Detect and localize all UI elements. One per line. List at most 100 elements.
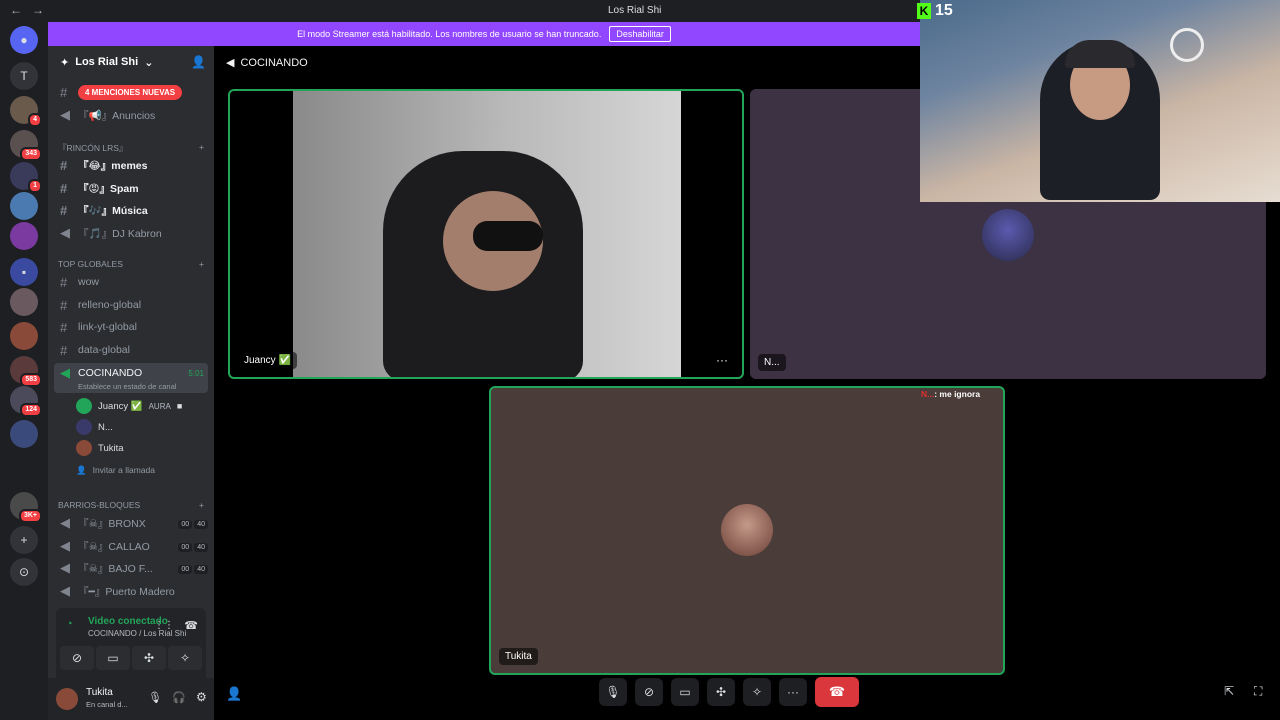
channel-status[interactable]: Establece un estado de canal <box>78 382 176 391</box>
nav-arrows[interactable]: ←→ <box>10 3 54 17</box>
channel-label: relleno-global <box>78 299 142 311</box>
leave-call-button[interactable]: ☎ <box>815 677 859 707</box>
channel-puerto[interactable]: ◀ 『━』Puerto Madero <box>56 581 208 601</box>
channel-wow[interactable]: # wow <box>56 272 208 292</box>
add-user-icon[interactable]: 👤 <box>226 686 242 702</box>
microphone-icon[interactable]: 🎙 <box>599 678 627 706</box>
fullscreen-icon[interactable]: ⛶ <box>1254 684 1262 699</box>
screen-share-icon[interactable]: ▭ <box>96 646 130 670</box>
badge: 1 <box>28 179 42 193</box>
channel-cocinando[interactable]: ◀ COCINANDO 5:01 <box>56 363 208 383</box>
channel-label: 『☠』BRONX <box>78 517 146 530</box>
plus-icon[interactable]: + <box>199 500 204 510</box>
camera-off-icon[interactable]: ⊘ <box>60 646 94 670</box>
disable-button[interactable]: Deshabilitar <box>609 26 671 42</box>
user-limit: 00 40 <box>176 540 208 552</box>
count: 00 <box>178 543 193 552</box>
activities-icon[interactable]: ✣ <box>132 646 166 670</box>
server-avatar[interactable] <box>10 322 38 350</box>
hash-icon: # <box>60 84 68 100</box>
server-avatar[interactable] <box>10 192 38 220</box>
mentions-pill[interactable]: 4 MENCIONES NUEVAS <box>78 84 183 100</box>
server-avatar[interactable] <box>10 420 38 448</box>
avatar <box>721 504 773 556</box>
voice-user-n[interactable]: N... <box>76 418 113 436</box>
discover-icon[interactable]: ⊙ <box>10 558 38 586</box>
server-avatar[interactable]: 583 <box>10 356 42 387</box>
category-top[interactable]: TOP GLOBALES + <box>58 259 204 269</box>
pop-out-icon[interactable]: ⇱ <box>1224 684 1234 698</box>
participant-name: N... <box>758 354 786 371</box>
user-tag: AURA <box>148 401 171 411</box>
soundboard-icon[interactable]: ⋮⋮ <box>154 620 174 631</box>
server-avatar[interactable]: 1 <box>10 162 42 193</box>
chat-text: : me ignora <box>934 389 981 399</box>
channel-bronx[interactable]: ◀ 『☠』BRONX 00 40 <box>56 513 208 533</box>
channel-spam[interactable]: # 『😡』Spam <box>56 178 208 198</box>
server-avatar[interactable]: 3K+ <box>10 492 42 523</box>
gear-icon[interactable]: ⚙ <box>196 690 207 704</box>
folder-icon[interactable]: ▪ <box>10 258 38 286</box>
channel-sidebar: ✦ Los Rial Shi ⌄ 👤 #4 MENCIONES NUEVAS ◀… <box>48 46 214 720</box>
soundboard-button[interactable]: ✧ <box>168 646 202 670</box>
channel-bajo[interactable]: ◀ 『☠』BAJO F... 00 40 <box>56 558 208 578</box>
add-server-icon[interactable]: + <box>10 526 38 554</box>
more-icon[interactable]: ··· <box>779 678 807 706</box>
disconnect-icon[interactable]: ☎ <box>184 619 198 632</box>
more-options-icon[interactable]: ··· <box>716 353 728 367</box>
soundboard-icon[interactable]: ✧ <box>743 678 771 706</box>
voice-user-tukita[interactable]: Tukita <box>76 439 124 457</box>
channel-relleno[interactable]: # relleno-global <box>56 295 208 315</box>
count: 00 <box>178 520 193 529</box>
activities-icon[interactable]: ✣ <box>707 678 735 706</box>
channel-anuncios[interactable]: ◀ 『📢』Anuncios <box>56 105 208 125</box>
server-avatar[interactable] <box>10 222 38 250</box>
webcam-overlay <box>920 0 1280 202</box>
video-tile-tukita[interactable]: Tukita <box>489 386 1005 675</box>
server-avatar[interactable] <box>10 288 38 316</box>
user-name: N... <box>98 421 113 433</box>
guild-name: Los Rial Shi <box>75 56 139 68</box>
avatar[interactable] <box>56 688 78 710</box>
category-barrios[interactable]: BARRIOS-BLOQUES + <box>58 500 204 510</box>
count: 40 <box>194 543 208 552</box>
camera-off-icon[interactable]: ⊘ <box>635 678 663 706</box>
server-avatar[interactable]: 343 <box>10 130 42 161</box>
signal-icon: ◔ <box>66 618 73 630</box>
channel-label: data-global <box>78 344 130 356</box>
channel-memes[interactable]: # 『😂』memes <box>56 155 208 175</box>
overlay-chat-line: N...: me ignora <box>921 389 980 399</box>
home-icon[interactable]: ● <box>10 26 38 54</box>
screen-share-icon[interactable]: ▭ <box>671 678 699 706</box>
hash-icon: # <box>60 157 68 173</box>
category-rincon[interactable]: 『RINCÓN LRS』 + <box>58 142 204 154</box>
banner-text: El modo Streamer está habilitado. Los no… <box>297 29 602 39</box>
channel-label: wow <box>78 276 100 288</box>
guild-header[interactable]: ✦ Los Rial Shi ⌄ 👤 <box>48 46 214 78</box>
avatar <box>76 440 92 456</box>
channel-dj[interactable]: ◀ 『🎵』DJ Kabron <box>56 223 208 243</box>
voice-user-juancy[interactable]: Juancy ✅ AURA ■ <box>76 397 182 415</box>
channel-data[interactable]: # data-global <box>56 340 208 360</box>
microphone-icon[interactable]: 🎙 <box>148 691 162 704</box>
user-limit: 00 40 <box>176 562 208 574</box>
add-user-icon[interactable]: 👤 <box>191 55 206 69</box>
hash-icon: # <box>60 297 68 313</box>
avatar <box>76 419 92 435</box>
channel-musica[interactable]: # 『🎶』Música <box>56 200 208 220</box>
invite-to-call[interactable]: 👤 Invitar a llamada <box>76 461 155 479</box>
invite-label: Invitar a llamada <box>92 465 155 475</box>
video-tile-juancy[interactable]: Juancy ✅ ··· <box>228 89 744 379</box>
channel-label: 『☠』BAJO F... <box>78 562 153 575</box>
server-avatar[interactable]: 4 <box>10 96 42 127</box>
channel-callao[interactable]: ◀ 『☠』CALLAO 00 40 <box>56 536 208 556</box>
server-t[interactable]: T <box>10 62 38 90</box>
server-avatar[interactable]: 124 <box>10 386 42 417</box>
plus-icon[interactable]: + <box>199 259 204 269</box>
badge: 124 <box>20 403 42 417</box>
channel-link[interactable]: # link-yt-global <box>56 317 208 337</box>
mentions-row[interactable]: #4 MENCIONES NUEVAS <box>56 82 208 102</box>
video-stream <box>293 91 681 377</box>
headphones-icon[interactable]: 🎧 <box>172 691 186 704</box>
plus-icon[interactable]: + <box>199 142 204 154</box>
